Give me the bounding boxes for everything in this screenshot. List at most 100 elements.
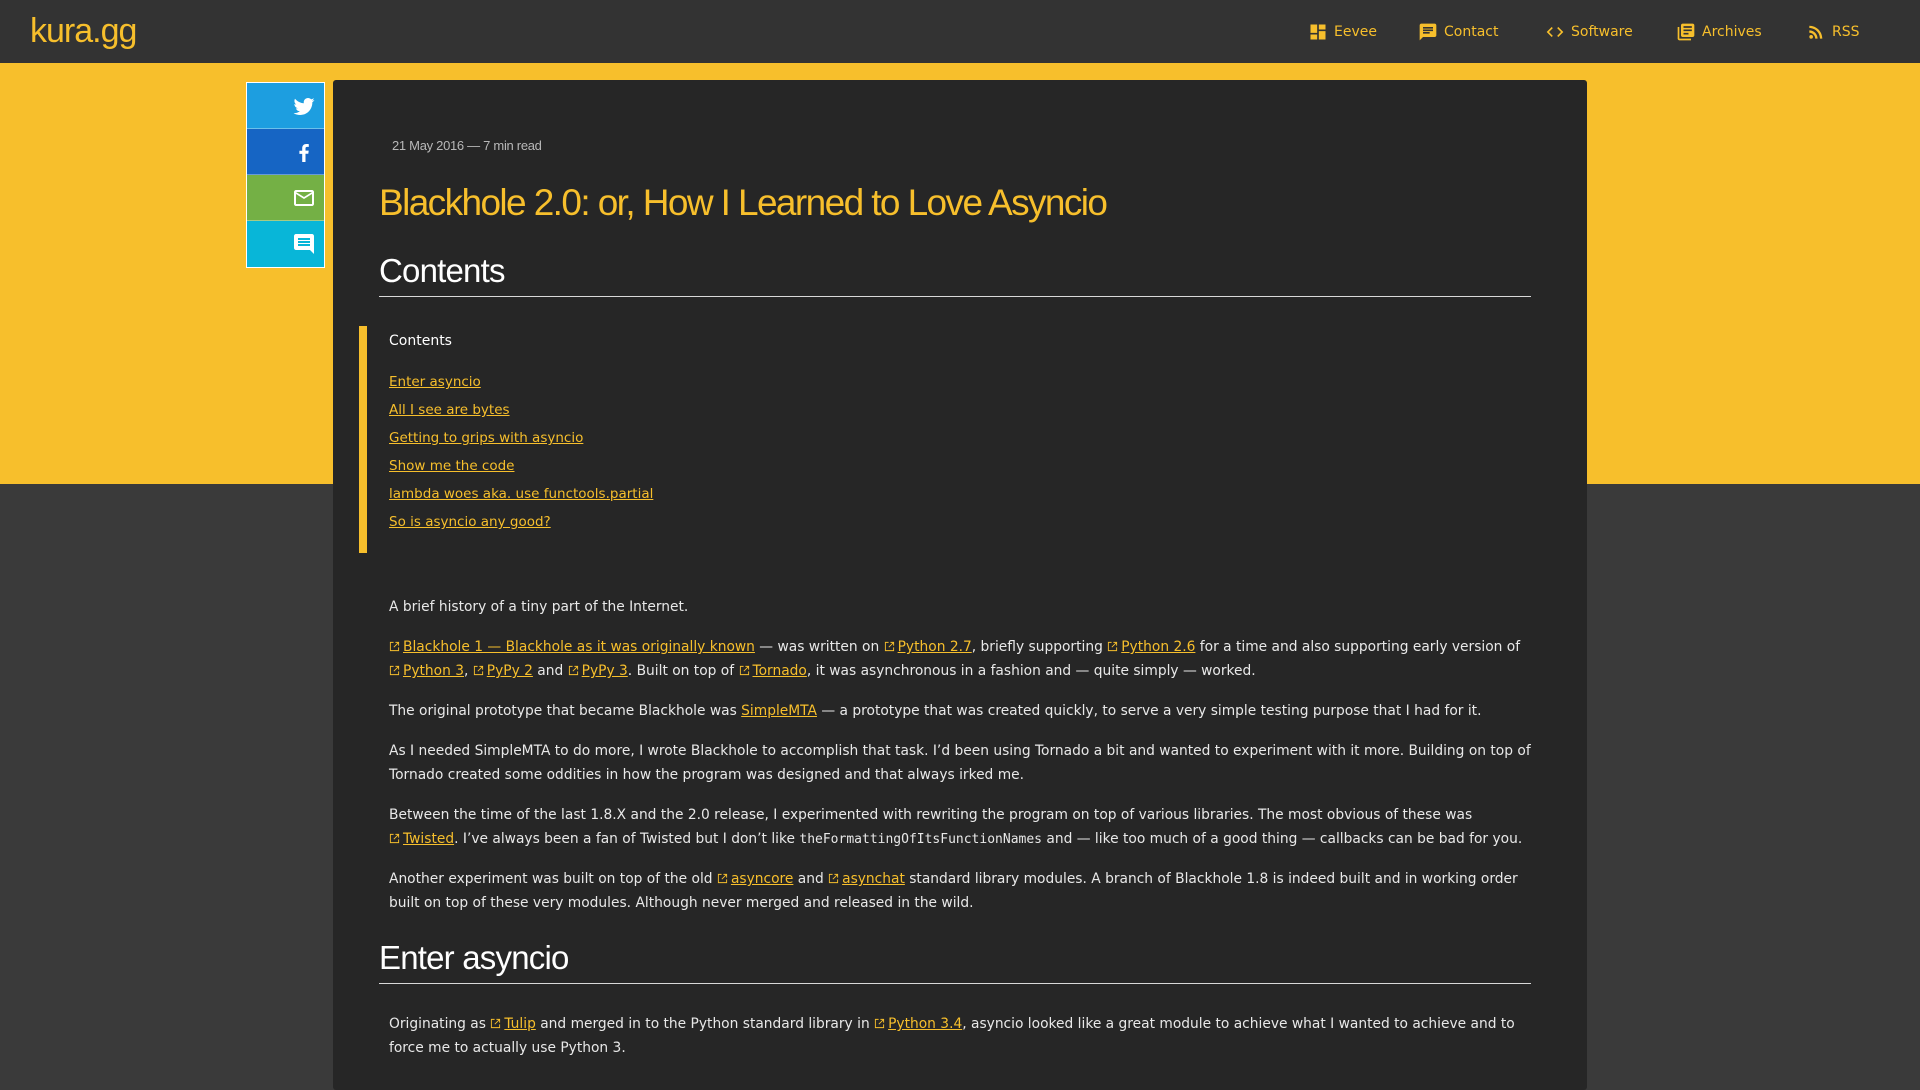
internal-link[interactable]: SimpleMTA (741, 703, 817, 719)
paragraph: Originating as Tulip and merged in to th… (389, 1012, 1539, 1060)
post-title: Blackhole 2.0: or, How I Learned to Love… (379, 182, 1108, 223)
share-bar (246, 82, 325, 268)
library-icon (1677, 23, 1695, 40)
text: for a time and also supporting early ver… (1195, 639, 1521, 655)
link-text: PyPy 2 (486, 663, 533, 679)
link-text: Twisted (403, 831, 455, 847)
external-link-icon (568, 665, 579, 676)
toc-link[interactable]: Enter asyncio (389, 374, 481, 390)
link-text: Tulip (504, 1016, 536, 1032)
share-comment-button[interactable] (247, 221, 324, 267)
rss-icon (1809, 25, 1823, 39)
external-link-icon (389, 665, 400, 676)
paragraph: As I needed SimpleMTA to do more, I wrot… (389, 743, 1531, 783)
text: and (532, 663, 568, 679)
paragraph: Blackhole 1 — Blackhole as it was origin… (389, 635, 1539, 683)
paragraph: Between the time of the last 1.8.X and t… (389, 803, 1539, 852)
toc-link[interactable]: Show me the code (389, 458, 514, 474)
text: and — like too much of a good thing — ca… (1042, 831, 1523, 847)
text: Another experiment was built on top of t… (389, 871, 717, 887)
paragraph: The original prototype that became Black… (389, 699, 1539, 723)
link-text: Python 2.6 (1121, 639, 1196, 655)
external-link[interactable]: Twisted (389, 831, 454, 847)
share-facebook-button[interactable] (247, 129, 324, 175)
link-text: Python 3.4 (888, 1016, 963, 1032)
inline-code: theFormattingOfItsFunctionNames (799, 832, 1043, 847)
external-link-icon (389, 833, 400, 844)
top-navbar: kura.gg Eevee Contact Software Archives … (0, 0, 1920, 63)
external-link[interactable]: Python 2.6 (1107, 639, 1195, 655)
nav-software[interactable]: Software (1545, 0, 1633, 63)
post-meta: 21 May 2016 — 7 min read (392, 138, 542, 153)
link-text: Blackhole 1 — Blackhole as it was origin… (403, 639, 755, 655)
external-link-icon (739, 665, 750, 676)
nav-contact[interactable]: Contact (1418, 0, 1498, 63)
toc-link[interactable]: lambda woes aka. use functools.partial (389, 486, 653, 502)
facebook-icon (299, 143, 309, 162)
table-of-contents: Contents Enter asyncio All I see are byt… (359, 326, 867, 553)
external-link[interactable]: Tornado (739, 663, 807, 679)
text: , it was asynchronous in a fashion and —… (806, 663, 1256, 679)
external-link[interactable]: Python 2.7 (884, 639, 972, 655)
article-card: 21 May 2016 — 7 min read Blackhole 2.0: … (333, 80, 1587, 1090)
nav-label: Archives (1702, 23, 1762, 40)
nav-label: Eevee (1334, 23, 1377, 40)
link-text: PyPy 3 (581, 663, 628, 679)
toc-title: Contents (389, 333, 452, 349)
external-link[interactable]: Tulip (490, 1016, 536, 1032)
external-link-icon (874, 1018, 885, 1029)
section-heading-enter-asyncio: Enter asyncio (379, 939, 1531, 984)
nav-label: Contact (1444, 23, 1499, 40)
link-text: Python 2.7 (897, 639, 972, 655)
text: , (464, 663, 473, 679)
twitter-icon (293, 97, 315, 115)
toc-link[interactable]: So is asyncio any good? (389, 514, 551, 530)
nav-label: RSS (1832, 23, 1860, 40)
external-link[interactable]: asynchat (828, 871, 905, 887)
text: and merged in to the Python standard lib… (535, 1016, 875, 1032)
link-text: asynchat (842, 871, 905, 887)
email-icon (294, 189, 314, 206)
external-link[interactable]: Python 3 (389, 663, 464, 679)
nav-eevee[interactable]: Eevee (1308, 0, 1377, 63)
share-twitter-button[interactable] (247, 83, 324, 129)
external-link-icon (884, 641, 895, 652)
external-link-icon (717, 873, 728, 884)
text: , briefly supporting (971, 639, 1108, 655)
toc-link[interactable]: All I see are bytes (389, 402, 510, 418)
nav-rss[interactable]: RSS (1806, 0, 1860, 63)
external-link-icon (389, 641, 400, 652)
text: The original prototype that became Black… (389, 703, 742, 719)
share-email-button[interactable] (247, 175, 324, 221)
chat-icon (1419, 23, 1437, 40)
nav-label: Software (1571, 23, 1633, 40)
external-link-icon (490, 1018, 501, 1029)
site-logo[interactable]: kura.gg (30, 12, 137, 51)
external-link[interactable]: PyPy 3 (568, 663, 628, 679)
paragraph: Another experiment was built on top of t… (389, 867, 1539, 915)
paragraph: A brief history of a tiny part of the In… (389, 599, 689, 615)
comment-icon (294, 234, 314, 254)
code-icon (1546, 26, 1564, 37)
external-link[interactable]: asyncore (717, 871, 793, 887)
text: Originating as (389, 1016, 491, 1032)
text: . Built on top of (627, 663, 739, 679)
nav-archives[interactable]: Archives (1676, 0, 1762, 63)
text: . I’ve always been a fan of Twisted but … (454, 831, 800, 847)
toc-link[interactable]: Getting to grips with asyncio (389, 430, 583, 446)
external-link-icon (473, 665, 484, 676)
external-link[interactable]: PyPy 2 (473, 663, 533, 679)
contents-heading: Contents (379, 252, 1531, 297)
link-text: asyncore (730, 871, 794, 887)
external-link[interactable]: Blackhole 1 — Blackhole as it was origin… (389, 639, 755, 655)
text: — a prototype that was created quickly, … (816, 703, 1482, 719)
link-text: Tornado (752, 663, 807, 679)
text: — was written on (754, 639, 884, 655)
external-link-icon (828, 873, 839, 884)
text: and (793, 871, 829, 887)
external-link-icon (1107, 641, 1118, 652)
external-link[interactable]: Python 3.4 (874, 1016, 962, 1032)
dashboard-icon (1310, 24, 1326, 39)
link-text: Python 3 (403, 663, 464, 679)
text: Between the time of the last 1.8.X and t… (389, 807, 1473, 823)
